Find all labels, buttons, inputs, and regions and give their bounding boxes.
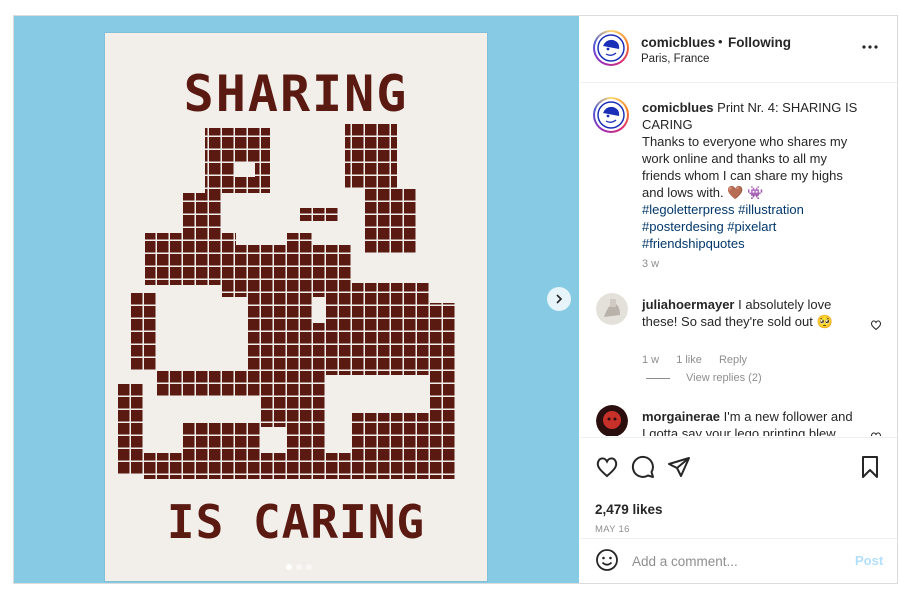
poster-artwork: SHARING IS CARING	[118, 65, 456, 549]
poster-figure	[118, 123, 456, 479]
comment-input[interactable]	[632, 551, 832, 571]
instagram-post: SHARING IS CARING comicblues • Following…	[13, 15, 898, 584]
poster-title-top: SHARING	[184, 65, 409, 123]
carousel-dot-2	[296, 564, 302, 570]
carousel-indicators	[286, 564, 312, 570]
heart-icon[interactable]	[870, 319, 882, 331]
view-replies-button[interactable]: View replies (2)	[642, 372, 762, 384]
view-replies-label: View replies (2)	[686, 372, 762, 384]
post-media[interactable]: SHARING IS CARING	[14, 16, 579, 583]
comment-meta: 1 w 1 like Reply	[642, 354, 761, 366]
caption-hashtags[interactable]: #legoletterpress #illustration #posterde…	[642, 202, 804, 251]
caption-time[interactable]: 3 w	[642, 258, 659, 270]
comment-icon[interactable]	[631, 455, 655, 479]
post-location[interactable]: Paris, France	[641, 53, 709, 65]
author-username[interactable]: comicblues	[641, 35, 715, 50]
comment-1: juliahoermayer I absolutely love these! …	[642, 296, 857, 330]
carousel-next-button[interactable]	[547, 287, 571, 311]
caption: comicblues Print Nr. 4: SHARING IS CARIN…	[642, 99, 862, 252]
post-header: comicblues • Following Paris, France	[580, 16, 897, 83]
comments-section[interactable]: comicblues Print Nr. 4: SHARING IS CARIN…	[580, 83, 897, 436]
heart-icon[interactable]	[870, 431, 882, 436]
author-avatar[interactable]	[593, 30, 629, 66]
post-actions: 2,479 likes MAY 16	[580, 437, 897, 538]
comment-2: morgainerae I'm a new follower and I got…	[642, 408, 857, 436]
add-comment-bar: Post	[580, 538, 897, 584]
likes-count[interactable]: 2,479 likes	[595, 502, 663, 517]
post-side-panel: comicblues • Following Paris, France com…	[580, 16, 897, 583]
comment-username[interactable]: morgainerae	[642, 409, 720, 424]
avatar-photo	[596, 405, 628, 436]
avatar-drawing	[597, 34, 625, 62]
caption-username[interactable]: comicblues	[642, 100, 714, 115]
commenter-avatar[interactable]	[596, 293, 628, 325]
comment-likes[interactable]: 1 like	[676, 354, 702, 366]
reply-button[interactable]: Reply	[719, 354, 747, 366]
emoji-icon[interactable]	[595, 548, 619, 572]
avatar-drawing	[597, 101, 625, 129]
bookmark-icon[interactable]	[858, 455, 882, 479]
avatar-photo	[596, 293, 628, 325]
poster-image: SHARING IS CARING	[105, 33, 487, 581]
carousel-dot-1	[286, 564, 292, 570]
post-date[interactable]: MAY 16	[595, 524, 630, 535]
caption-avatar[interactable]	[593, 97, 629, 133]
caption-body: Thanks to everyone who shares my work on…	[642, 134, 848, 200]
comment-time[interactable]: 1 w	[642, 354, 659, 366]
carousel-dot-3	[306, 564, 312, 570]
header-separator: •	[718, 34, 723, 49]
post-comment-button[interactable]: Post	[855, 553, 883, 568]
share-icon[interactable]	[667, 455, 691, 479]
poster-title-bottom: IS CARING	[167, 495, 425, 549]
heart-icon[interactable]	[595, 455, 619, 479]
commenter-avatar[interactable]	[596, 405, 628, 436]
comment-username[interactable]: juliahoermayer	[642, 297, 735, 312]
chevron-right-icon	[556, 294, 563, 304]
more-icon[interactable]	[860, 42, 880, 52]
following-button[interactable]: Following	[728, 35, 791, 50]
